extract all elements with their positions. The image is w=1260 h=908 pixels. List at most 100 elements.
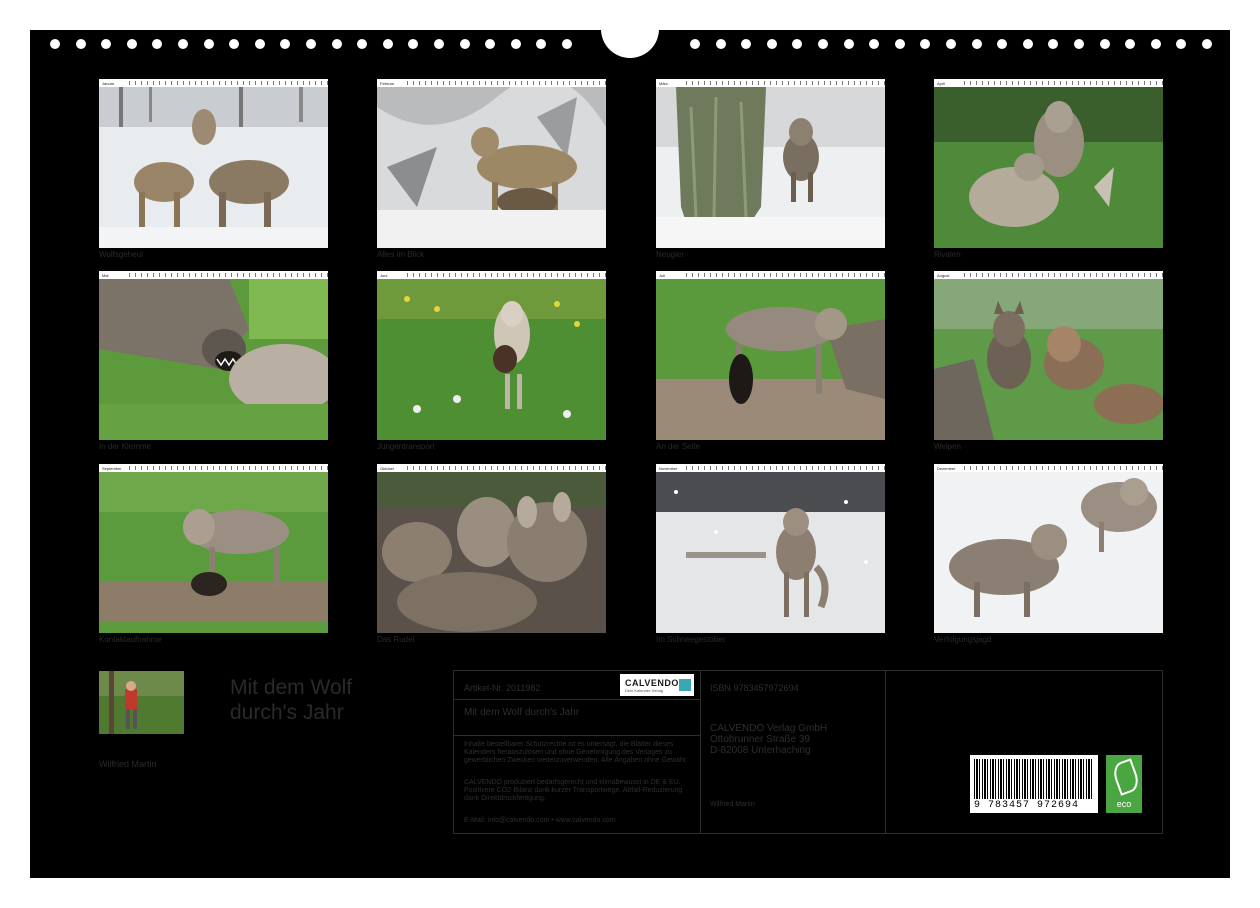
month-name: September: [102, 465, 122, 471]
binding-hole: [1048, 39, 1059, 49]
day-grid: [407, 466, 606, 470]
calendar-strip: Dezember: [934, 464, 1163, 472]
month-photo: [656, 279, 885, 440]
month-name: Juli: [659, 272, 666, 278]
binding-hole: [203, 39, 214, 49]
binding-hole: [152, 39, 163, 49]
day-grid: [407, 81, 606, 85]
publisher-name: CALVENDO Verlag GmbH: [710, 723, 828, 734]
month-name: Januar: [102, 80, 115, 86]
binding-hole: [1022, 39, 1033, 49]
month-name: Juni: [380, 272, 388, 278]
month-photo: [934, 472, 1163, 633]
month-name: November: [659, 465, 678, 471]
month-photo: [99, 279, 328, 440]
binding-hole: [894, 39, 905, 49]
isbn: ISBN 9783457972694: [710, 683, 799, 693]
day-grid: [686, 466, 885, 470]
publisher-city: D-82008 Unterhaching: [710, 745, 811, 756]
month-photo: [934, 279, 1163, 440]
calendar-strip: November: [656, 464, 885, 472]
binding-hole: [818, 39, 828, 49]
day-grid: [686, 273, 885, 277]
calendar-strip: Februar: [377, 79, 606, 87]
month-photo: [377, 472, 606, 633]
divider: [885, 671, 886, 833]
binding-hole: [178, 39, 188, 49]
binding-hole: [1099, 39, 1110, 49]
day-grid: [407, 273, 606, 277]
binding-hole: [715, 39, 726, 49]
publisher-address: CALVENDO Verlag GmbH Ottobrunner Straße …: [710, 723, 827, 756]
binding-hole: [306, 39, 316, 49]
publisher-street: Ottobrunner Straße 39: [710, 734, 811, 745]
binding-hole: [946, 39, 956, 49]
photo-caption: Das Rudel: [377, 635, 415, 644]
isbn-barcode: 9 783457 972694: [970, 755, 1098, 813]
binding-hole: [510, 39, 521, 49]
calendar-strip: September: [99, 464, 328, 472]
binding-hole: [971, 39, 982, 49]
month-name: Dezember: [937, 465, 956, 471]
binding-hole: [1202, 39, 1212, 49]
binding-hole: [75, 39, 86, 49]
month-name: Februar: [380, 80, 395, 86]
photo-caption: Jungentransport: [377, 442, 435, 451]
day-grid: [129, 81, 328, 85]
binding-hole: [280, 39, 291, 49]
binding-hole: [997, 39, 1008, 49]
calvendo-mark-icon: [679, 679, 691, 691]
binding-hole: [434, 39, 444, 49]
author-name: Wilfried Martin: [99, 759, 157, 769]
month-photo: [377, 87, 606, 248]
photo-caption: Im Schneegestöber: [656, 635, 726, 644]
calendar-strip: April: [934, 79, 1163, 87]
production-text: CALVENDO produziert bedarfsgerecht und k…: [464, 779, 683, 802]
month-name: April: [937, 80, 946, 86]
month-name: März: [659, 80, 668, 86]
binding-hole: [766, 39, 777, 49]
month-photo: [99, 87, 328, 248]
binding-hole: [1074, 39, 1084, 49]
box-title: Mit dem Wolf durch's Jahr: [464, 707, 580, 718]
binding-hole: [690, 39, 700, 49]
photo-caption: Verfolgungsjagd: [934, 635, 992, 644]
binding-hole: [382, 39, 393, 49]
month-name: Mai: [102, 272, 109, 278]
divider: [700, 671, 701, 833]
calendar-back-page: Januar Wolfsgeheul Februar Alles im Blic…: [30, 0, 1230, 878]
day-grid: [964, 81, 1163, 85]
month-photo: [99, 472, 328, 633]
binding-hole: [562, 39, 572, 49]
photo-caption: Kontaktaufnahme: [99, 635, 162, 644]
photo-caption: Neugier: [656, 250, 685, 259]
binding-hole: [1125, 39, 1136, 49]
title-line-1: Mit dem Wolf: [230, 676, 353, 699]
divider: [454, 699, 700, 700]
binding-hole: [920, 39, 931, 49]
day-grid: [964, 466, 1163, 470]
photo-caption: Rivalen: [934, 250, 961, 259]
contact-text: E-Mail: info@calvendo.com • www.calvendo…: [464, 817, 616, 824]
divider: [454, 735, 700, 736]
binding-hole: [1150, 39, 1161, 49]
binding-hole: [741, 39, 752, 49]
binding-hole: [536, 39, 547, 49]
binding-hole: [869, 39, 880, 49]
calvendo-logo: CALVENDO Dein Kalender-Verlag: [620, 674, 694, 696]
publisher-info-box: Artikel-Nr. 2011982 CALVENDO Dein Kalend…: [453, 670, 1163, 834]
binding-hole: [101, 39, 112, 49]
calendar-strip: Oktober: [377, 464, 606, 472]
calendar-strip: Juli: [656, 271, 885, 279]
article-number: Artikel-Nr. 2011982: [464, 683, 541, 693]
month-photo: [656, 472, 885, 633]
binding-hole: [843, 39, 854, 49]
binding-hole: [792, 39, 803, 49]
calendar-strip: Mai: [99, 271, 328, 279]
day-grid: [129, 273, 328, 277]
day-grid: [964, 273, 1163, 277]
eco-label: eco: [1116, 799, 1132, 809]
calendar-strip: August: [934, 271, 1163, 279]
month-name: August: [937, 272, 950, 278]
photo-caption: In der Klemme: [99, 442, 152, 451]
